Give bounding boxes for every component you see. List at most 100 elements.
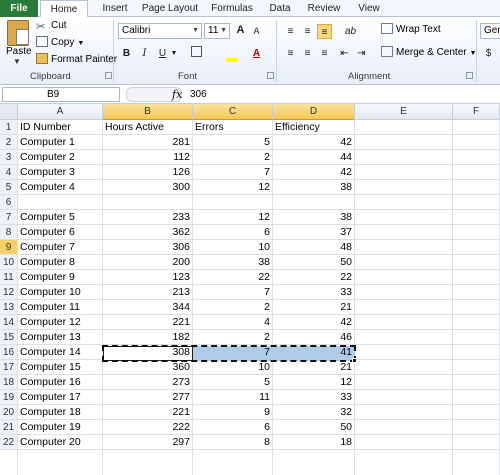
cell-c5[interactable]: 12 <box>193 180 272 195</box>
font-dialog-launcher-icon[interactable] <box>267 72 274 79</box>
cell-b6[interactable] <box>103 195 192 210</box>
cell-a21[interactable]: Computer 19 <box>18 420 102 435</box>
cell-c9[interactable]: 10 <box>193 240 272 255</box>
row-header-5[interactable]: 5 <box>0 180 18 195</box>
align-bottom-button[interactable]: ≡ <box>317 24 332 39</box>
name-box[interactable]: B9 <box>2 87 120 102</box>
cell-a1[interactable]: ID Number <box>18 120 102 135</box>
cell-b8[interactable]: 362 <box>103 225 192 240</box>
grow-font-button[interactable]: A <box>233 23 248 38</box>
cell-b7[interactable]: 233 <box>103 210 192 225</box>
select-all-corner[interactable] <box>0 104 18 120</box>
column-header-c[interactable]: C <box>193 104 273 120</box>
column-header-f[interactable]: F <box>453 104 500 120</box>
cell-c1[interactable]: Errors <box>193 120 272 135</box>
row-header-17[interactable]: 17 <box>0 360 18 375</box>
font-size-select[interactable]: 11 ▼ <box>204 23 230 39</box>
cell-b2[interactable]: 281 <box>103 135 192 150</box>
copy-dropdown-icon[interactable]: ▼ <box>77 40 84 47</box>
row-header-22[interactable]: 22 <box>0 435 18 450</box>
cell-b12[interactable]: 213 <box>103 285 192 300</box>
cell-c10[interactable]: 38 <box>193 255 272 270</box>
formula-input[interactable]: 306 <box>190 89 207 100</box>
cell-b4[interactable]: 126 <box>103 165 192 180</box>
cell-d6[interactable] <box>273 195 354 210</box>
paste-dropdown-icon[interactable]: ▼ <box>13 57 21 66</box>
alignment-dialog-launcher-icon[interactable] <box>466 72 473 79</box>
column-header-b[interactable]: B <box>103 104 193 120</box>
cell-d22[interactable]: 18 <box>273 435 354 450</box>
cell-d21[interactable]: 50 <box>273 420 354 435</box>
row-header-15[interactable]: 15 <box>0 330 18 345</box>
borders-button[interactable] <box>189 46 204 61</box>
cell-d15[interactable]: 46 <box>273 330 354 345</box>
cell-a4[interactable]: Computer 3 <box>18 165 102 180</box>
tab-file[interactable]: File <box>0 0 38 17</box>
fill-color-button[interactable] <box>224 46 239 62</box>
cell-b3[interactable]: 112 <box>103 150 192 165</box>
shrink-font-button[interactable]: A <box>249 24 264 39</box>
cell-b14[interactable]: 221 <box>103 315 192 330</box>
row-header-20[interactable]: 20 <box>0 405 18 420</box>
cell-a10[interactable]: Computer 8 <box>18 255 102 270</box>
italic-button[interactable]: I <box>137 46 152 61</box>
cell-b5[interactable]: 300 <box>103 180 192 195</box>
row-header-9[interactable]: 9 <box>0 240 18 255</box>
cell-a13[interactable]: Computer 11 <box>18 300 102 315</box>
bold-button[interactable]: B <box>119 46 134 61</box>
cell-d14[interactable]: 42 <box>273 315 354 330</box>
cell-d4[interactable]: 42 <box>273 165 354 180</box>
cell-a3[interactable]: Computer 2 <box>18 150 102 165</box>
cell-d18[interactable]: 12 <box>273 375 354 390</box>
cell-d5[interactable]: 38 <box>273 180 354 195</box>
cell-b9[interactable]: 306 <box>103 240 192 255</box>
cell-c4[interactable]: 7 <box>193 165 272 180</box>
cell-a20[interactable]: Computer 18 <box>18 405 102 420</box>
cell-c17[interactable]: 10 <box>193 360 272 375</box>
cell-a15[interactable]: Computer 13 <box>18 330 102 345</box>
increase-indent-button[interactable]: ⇥ <box>354 46 369 61</box>
cell-a19[interactable]: Computer 17 <box>18 390 102 405</box>
spreadsheet-grid[interactable]: ABCDEF 1 2 3 4 5 6 7 8 9 10 11 12 13 14 15 16 17 18 19 20 21… <box>0 104 500 475</box>
cell-a14[interactable]: Computer 12 <box>18 315 102 330</box>
currency-button[interactable]: $ <box>481 46 496 61</box>
cell-a12[interactable]: Computer 10 <box>18 285 102 300</box>
format-painter-button[interactable]: Format Painter <box>36 53 117 67</box>
tab-data[interactable]: Data <box>262 0 298 17</box>
cell-a16[interactable]: Computer 14 <box>18 345 102 360</box>
row-header-7[interactable]: 7 <box>0 210 18 225</box>
cell-c20[interactable]: 9 <box>193 405 272 420</box>
cut-button[interactable]: ✂ Cut <box>36 19 67 33</box>
cell-c12[interactable]: 7 <box>193 285 272 300</box>
cell-b21[interactable]: 222 <box>103 420 192 435</box>
row-header-6[interactable]: 6 <box>0 195 18 210</box>
cell-d11[interactable]: 22 <box>273 270 354 285</box>
cell-c21[interactable]: 6 <box>193 420 272 435</box>
cell-c18[interactable]: 5 <box>193 375 272 390</box>
column-header-e[interactable]: E <box>355 104 453 120</box>
row-header-3[interactable]: 3 <box>0 150 18 165</box>
cell-a17[interactable]: Computer 15 <box>18 360 102 375</box>
cell-d9[interactable]: 48 <box>273 240 354 255</box>
align-center-button[interactable]: ≡ <box>300 46 315 61</box>
cell-c11[interactable]: 22 <box>193 270 272 285</box>
cell-a5[interactable]: Computer 4 <box>18 180 102 195</box>
cell-d7[interactable]: 38 <box>273 210 354 225</box>
fill-handle[interactable] <box>352 358 357 363</box>
cell-c3[interactable]: 2 <box>193 150 272 165</box>
row-header-12[interactable]: 12 <box>0 285 18 300</box>
cell-c22[interactable]: 8 <box>193 435 272 450</box>
cell-c13[interactable]: 2 <box>193 300 272 315</box>
wrap-text-button[interactable]: Wrap Text <box>381 23 441 37</box>
cell-b11[interactable]: 123 <box>103 270 192 285</box>
align-left-button[interactable]: ≡ <box>283 46 298 61</box>
tab-view[interactable]: View <box>350 0 388 17</box>
font-color-button[interactable]: A <box>249 46 264 61</box>
cell-a7[interactable]: Computer 5 <box>18 210 102 225</box>
row-header-11[interactable]: 11 <box>0 270 18 285</box>
cell-d10[interactable]: 50 <box>273 255 354 270</box>
row-header-19[interactable]: 19 <box>0 390 18 405</box>
cell-b20[interactable]: 221 <box>103 405 192 420</box>
row-header-21[interactable]: 21 <box>0 420 18 435</box>
column-header-a[interactable]: A <box>18 104 103 120</box>
